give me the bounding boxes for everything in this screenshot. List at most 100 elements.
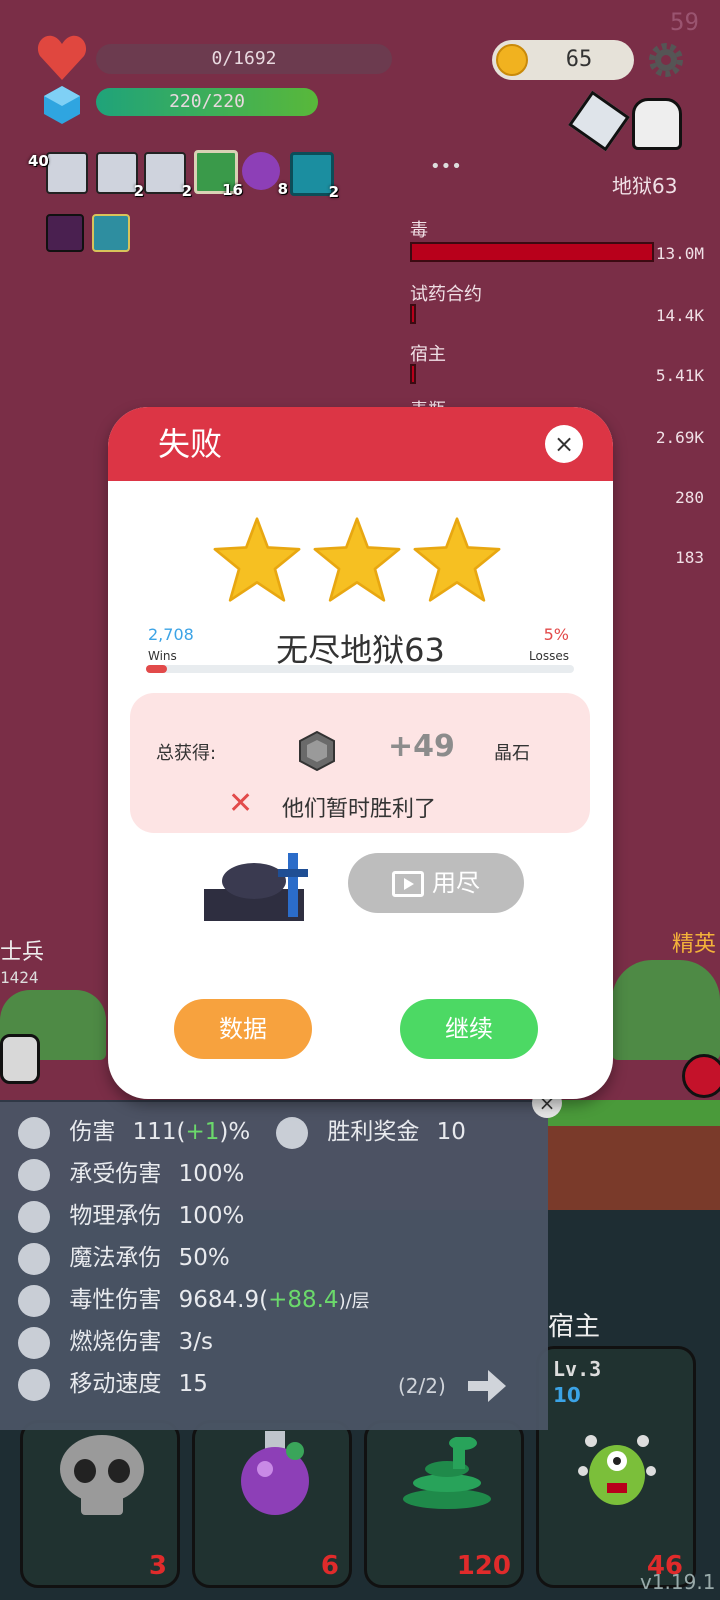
potion-icon[interactable]: 8	[242, 152, 288, 198]
damage-value: 183	[675, 548, 704, 567]
card-snake[interactable]: 120	[364, 1420, 524, 1588]
star-icon	[413, 517, 501, 602]
knife-icon[interactable]	[568, 90, 630, 152]
star-icon	[313, 517, 401, 602]
stats-button[interactable]: 数据	[174, 999, 312, 1059]
scroll-icon[interactable]: 2	[96, 152, 144, 200]
ad-button[interactable]: 用尽	[348, 853, 524, 913]
stat-label: 伤害	[69, 1119, 116, 1145]
scroll-icon[interactable]: 40	[28, 152, 88, 194]
tree	[612, 960, 720, 1060]
damage-name: 宿主	[410, 344, 446, 365]
stat-value: 9684.9(	[178, 1287, 269, 1313]
stat-label: 燃烧伤害	[69, 1329, 162, 1355]
more-button[interactable]: •••	[430, 156, 462, 177]
stat-row: 魔法承伤 50%	[18, 1238, 230, 1278]
close-button[interactable]: ×	[545, 425, 583, 463]
stat-value: 15	[178, 1371, 208, 1397]
card-count: 3	[148, 1551, 167, 1581]
win-loss-bar	[146, 665, 574, 673]
gem-label: 晶石	[494, 743, 530, 764]
stat-value: 111(	[132, 1119, 186, 1145]
bonus-label: 胜利奖金	[327, 1119, 420, 1145]
shield-icon	[18, 1200, 50, 1233]
coin-count: 65	[565, 47, 593, 72]
stat-value: 50%	[178, 1245, 230, 1271]
skull-icon	[60, 1435, 144, 1515]
coin-counter: 65	[492, 40, 634, 80]
total-label: 总获得:	[156, 743, 217, 764]
tombstone-sword-icon	[204, 853, 308, 921]
bonus-value: 10	[436, 1119, 466, 1145]
enemy-name-right: 精英	[672, 932, 717, 957]
stat-extra: +88.4	[268, 1287, 339, 1313]
bulb-buff-icon[interactable]	[92, 214, 130, 252]
ghost-icon[interactable]	[632, 98, 682, 150]
stat-row: 移动速度 15	[18, 1364, 208, 1404]
scroll-icon[interactable]: 2	[144, 152, 192, 200]
target-icon	[18, 1158, 50, 1191]
card-level: Lv.3	[553, 1357, 602, 1381]
stat-label: 移动速度	[69, 1371, 162, 1397]
cross-icon: ✕	[228, 786, 254, 821]
snake-icon	[403, 1437, 491, 1509]
damage-bar	[410, 364, 416, 384]
card-skull[interactable]: 3	[20, 1420, 180, 1588]
grass-ground	[548, 1100, 720, 1126]
gain-value: +49	[388, 729, 455, 764]
stat-extra: +1	[185, 1119, 220, 1145]
potion-icon	[241, 1431, 309, 1515]
damage-name: 毒	[410, 220, 428, 241]
result-text: 他们暂时胜利了	[282, 797, 437, 822]
enemy-hp-left: 1424	[0, 968, 39, 987]
fire-icon	[18, 1326, 50, 1359]
stat-label: 魔法承伤	[69, 1245, 162, 1271]
stat-value: 100%	[178, 1161, 245, 1187]
gear-icon[interactable]	[646, 40, 686, 80]
level-label: 地狱63	[612, 174, 678, 198]
boot-icon	[18, 1368, 50, 1401]
card-count: 6	[320, 1551, 339, 1581]
result-dialog: 失败 × 2,708 Wins 无尽地狱63 5% Losses 总获得: +4…	[108, 407, 613, 1099]
heart-icon	[37, 35, 87, 80]
fps-counter: 59	[670, 8, 699, 36]
bonus-row: 胜利奖金 10	[276, 1112, 466, 1152]
skull-icon	[18, 1284, 50, 1317]
green-monster-icon	[578, 1435, 656, 1505]
enemy-name-left: 士兵	[0, 940, 45, 965]
host-label: 宿主	[548, 1312, 601, 1342]
money-bag-icon	[276, 1116, 308, 1149]
shield-text: 220/220	[169, 91, 245, 112]
card-potion[interactable]: 6	[192, 1420, 352, 1588]
stat-suffix: )/层	[338, 1291, 370, 1312]
card-sub: 10	[553, 1383, 581, 1407]
monster-buff-icon[interactable]	[46, 214, 84, 252]
stat-value: 3/s	[178, 1329, 213, 1355]
stat-row: 燃烧伤害 3/s	[18, 1322, 213, 1362]
card-host[interactable]: Lv.3 10 46	[536, 1346, 696, 1588]
damage-value: 14.4K	[655, 306, 704, 325]
stat-label: 毒性伤害	[69, 1287, 162, 1313]
damage-name: 试药合约	[410, 284, 482, 305]
arrow-right-icon[interactable]	[468, 1370, 506, 1402]
dirt-ground	[548, 1126, 720, 1210]
stat-row: 毒性伤害 9684.9(+88.4)/层	[18, 1280, 370, 1320]
ad-button-label: 用尽	[432, 869, 480, 897]
damage-value: 5.41K	[655, 366, 704, 385]
version-label: v1.19.1	[640, 1570, 716, 1594]
damage-bar	[410, 242, 654, 262]
continue-button[interactable]: 继续	[400, 999, 538, 1059]
stats-page-indicator: (2/2)	[398, 1374, 446, 1398]
book-icon[interactable]: 16	[194, 150, 243, 199]
axe-icon	[18, 1116, 50, 1149]
losses-label: Losses	[529, 649, 569, 663]
coin-icon	[496, 44, 528, 76]
losses-percent: 5%	[543, 625, 569, 644]
damage-value: 2.69K	[655, 428, 704, 447]
red-shield-enemy	[682, 1054, 720, 1098]
spiral-icon[interactable]: 2	[290, 152, 339, 201]
dialog-title: 失败	[158, 425, 223, 463]
heart-shield-icon	[18, 1242, 50, 1275]
stat-row: 承受伤害 100%	[18, 1154, 244, 1194]
skeleton-enemy	[0, 1034, 40, 1084]
